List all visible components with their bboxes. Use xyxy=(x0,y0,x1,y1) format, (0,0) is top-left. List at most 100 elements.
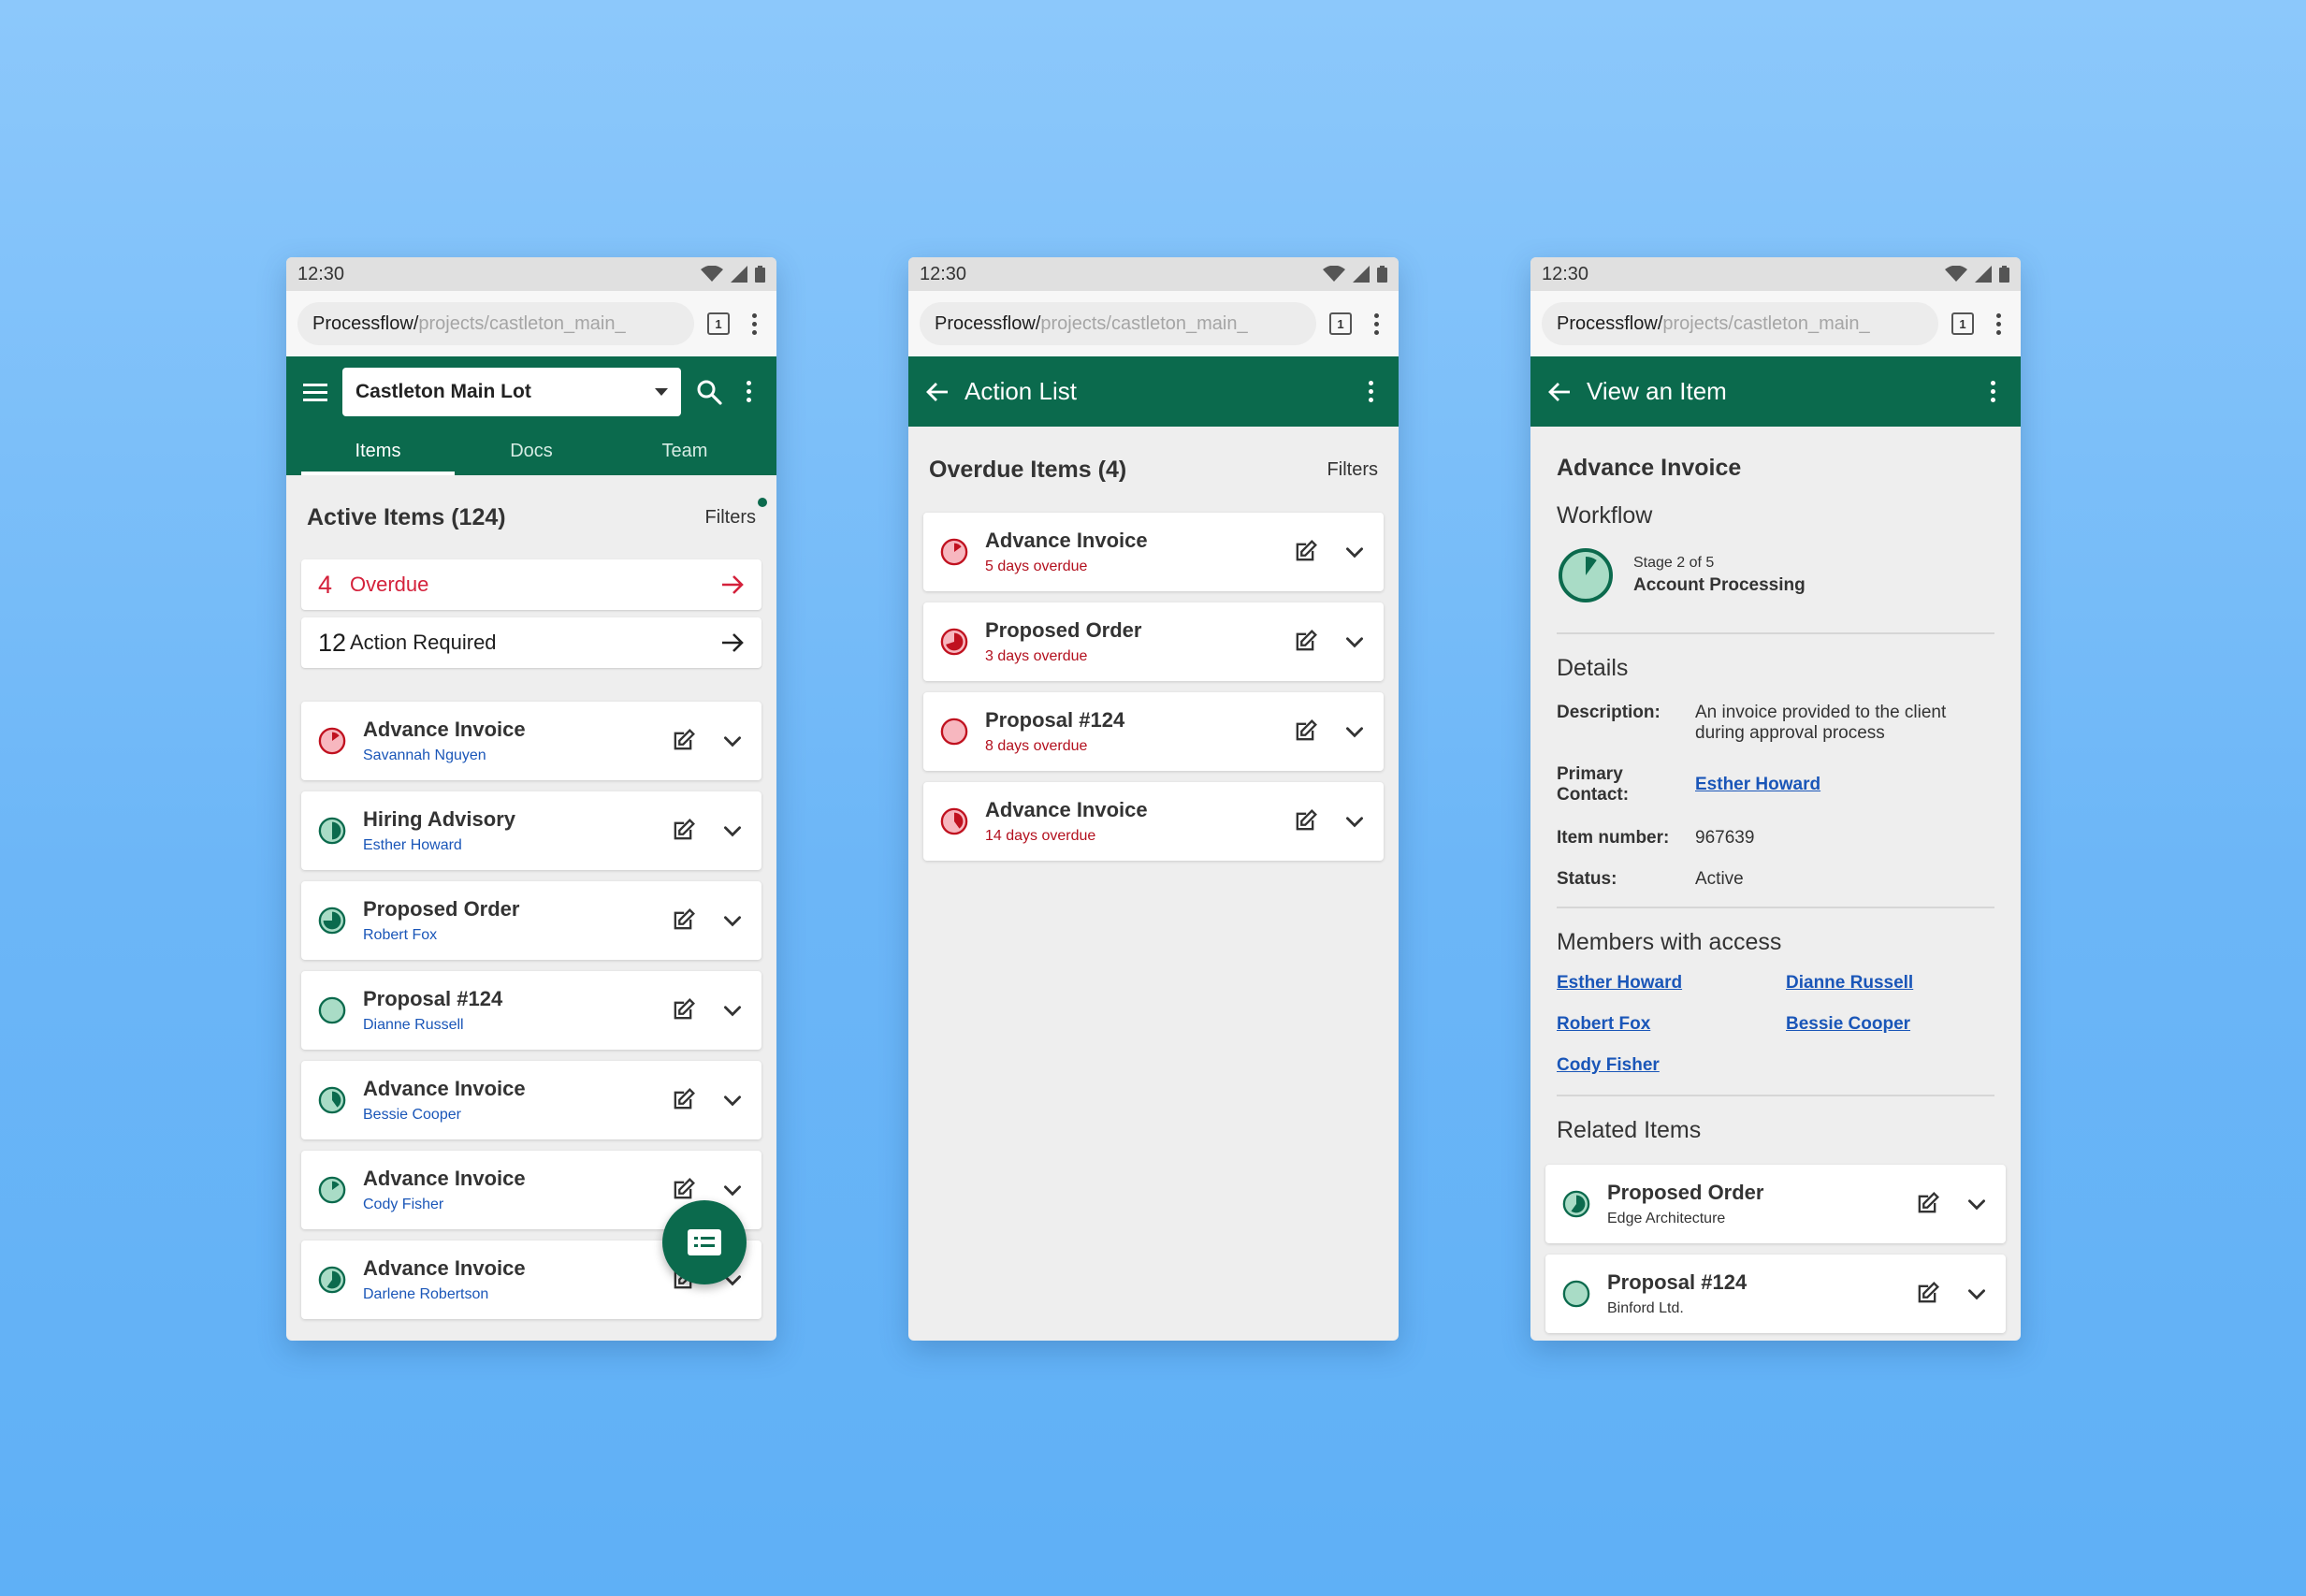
tab-items[interactable]: Items xyxy=(301,441,455,475)
edit-icon[interactable] xyxy=(1914,1281,1940,1307)
item-subtitle[interactable]: Esther Howard xyxy=(363,837,670,854)
status-icons xyxy=(1323,266,1387,283)
member-link[interactable]: Esther Howard xyxy=(1557,973,1786,994)
list-item[interactable]: Proposed Order Robert Fox xyxy=(301,881,761,960)
chevron-down-icon[interactable] xyxy=(1342,719,1367,744)
item-subtitle[interactable]: Cody Fisher xyxy=(363,1197,670,1213)
chevron-down-icon[interactable] xyxy=(720,819,745,843)
browser-menu-icon[interactable] xyxy=(743,312,765,335)
member-link[interactable]: Dianne Russell xyxy=(1786,973,1994,994)
list-item[interactable]: Proposed Order Edge Architecture xyxy=(1545,1165,2006,1243)
item-subtitle[interactable]: Savannah Nguyen xyxy=(363,747,670,764)
progress-pie-icon xyxy=(318,817,346,845)
description-row: Description: An invoice provided to the … xyxy=(1557,703,1994,744)
app-menu-icon[interactable] xyxy=(1981,381,2004,402)
item-subtitle[interactable]: Bessie Cooper xyxy=(363,1107,670,1124)
chevron-down-icon[interactable] xyxy=(720,908,745,933)
back-arrow-icon[interactable] xyxy=(925,381,950,403)
list-item[interactable]: Advance Invoice 5 days overdue xyxy=(923,513,1384,591)
tab-team[interactable]: Team xyxy=(608,441,761,475)
edit-icon[interactable] xyxy=(670,907,696,934)
chevron-down-icon[interactable] xyxy=(1965,1282,1989,1306)
item-detail: Advance Invoice Workflow Stage 2 of 5 Ac… xyxy=(1530,455,2021,1144)
action-required-summary[interactable]: 12 Action Required xyxy=(301,617,761,668)
progress-pie-icon xyxy=(1562,1280,1590,1308)
back-arrow-icon[interactable] xyxy=(1547,381,1572,403)
list-item[interactable]: Advance Invoice 14 days overdue xyxy=(923,782,1384,861)
edit-icon[interactable] xyxy=(1292,808,1318,834)
item-text: Advance Invoice Savannah Nguyen xyxy=(363,718,670,764)
item-subtitle[interactable]: Robert Fox xyxy=(363,927,670,944)
fab-button[interactable] xyxy=(662,1200,747,1284)
edit-icon[interactable] xyxy=(670,1177,696,1203)
tab-count-button[interactable]: 1 xyxy=(1329,312,1352,335)
url-field[interactable]: Processflow/projects/castleton_main_ xyxy=(920,302,1316,345)
progress-pie-icon xyxy=(940,807,968,835)
list-item[interactable]: Advance Invoice Bessie Cooper xyxy=(301,1061,761,1139)
contact-row: Primary Contact: Esther Howard xyxy=(1557,764,1994,805)
filters-button[interactable]: Filters xyxy=(705,497,767,529)
edit-icon[interactable] xyxy=(1292,718,1318,745)
chevron-down-icon[interactable] xyxy=(720,1178,745,1202)
project-selector[interactable]: Castleton Main Lot xyxy=(342,367,681,416)
filters-button[interactable]: Filters xyxy=(1327,459,1378,481)
overdue-count: 4 xyxy=(318,570,333,599)
app-menu-icon[interactable] xyxy=(737,381,760,402)
status-bar: 12:30 xyxy=(286,257,776,291)
chevron-down-icon[interactable] xyxy=(720,1088,745,1112)
edit-icon[interactable] xyxy=(1914,1191,1940,1217)
browser-menu-icon[interactable] xyxy=(1365,312,1387,335)
url-host: Processflow/ xyxy=(312,312,419,334)
item-actions xyxy=(1914,1281,1989,1307)
list-card-icon xyxy=(688,1229,721,1255)
chevron-down-icon[interactable] xyxy=(720,998,745,1023)
item-number-value: 967639 xyxy=(1695,828,1755,848)
tab-count-button[interactable]: 1 xyxy=(1951,312,1974,335)
url-field[interactable]: Processflow/projects/castleton_main_ xyxy=(297,302,694,345)
browser-menu-icon[interactable] xyxy=(1987,312,2009,335)
item-title: Advance Invoice xyxy=(363,1256,526,1280)
contact-link[interactable]: Esther Howard xyxy=(1695,775,1994,795)
list-item[interactable]: Proposal #124 Dianne Russell xyxy=(301,971,761,1050)
item-text: Proposed Order 3 days overdue xyxy=(985,618,1292,665)
list-item[interactable]: Hiring Advisory Esther Howard xyxy=(301,791,761,870)
member-link[interactable]: Bessie Cooper xyxy=(1786,1014,1994,1035)
edit-icon[interactable] xyxy=(670,818,696,844)
progress-pie-icon xyxy=(318,1176,346,1204)
chevron-down-icon[interactable] xyxy=(720,729,745,753)
search-icon[interactable] xyxy=(696,379,722,405)
status-row: Status: Active xyxy=(1557,869,1994,890)
item-subtitle: 14 days overdue xyxy=(985,828,1096,844)
chevron-down-icon[interactable] xyxy=(1342,809,1367,834)
list-item[interactable]: Proposed Order 3 days overdue xyxy=(923,602,1384,681)
edit-icon[interactable] xyxy=(670,1087,696,1113)
hamburger-menu-icon[interactable] xyxy=(303,382,327,402)
progress-pie-icon xyxy=(318,907,346,935)
edit-icon[interactable] xyxy=(1292,539,1318,565)
url-path: projects/castleton_main_ xyxy=(1040,312,1248,334)
url-path: projects/castleton_main_ xyxy=(418,312,626,334)
overdue-summary[interactable]: 4 Overdue xyxy=(301,559,761,610)
app-menu-icon[interactable] xyxy=(1359,381,1382,402)
tab-docs[interactable]: Docs xyxy=(455,441,608,475)
edit-icon[interactable] xyxy=(670,728,696,754)
item-actions xyxy=(670,728,745,754)
edit-icon[interactable] xyxy=(1292,629,1318,655)
tab-count-button[interactable]: 1 xyxy=(707,312,730,335)
overdue-list: Advance Invoice 5 days overdue Proposed Or… xyxy=(908,513,1399,861)
related-heading: Related Items xyxy=(1557,1117,1702,1143)
item-subtitle[interactable]: Darlene Robertson xyxy=(363,1286,670,1303)
list-item[interactable]: Proposal #124 8 days overdue xyxy=(923,692,1384,771)
wifi-icon xyxy=(701,266,723,282)
chevron-down-icon[interactable] xyxy=(1965,1192,1989,1216)
member-link[interactable]: Cody Fisher xyxy=(1557,1055,1786,1076)
chevron-down-icon[interactable] xyxy=(1342,540,1367,564)
member-link[interactable]: Robert Fox xyxy=(1557,1014,1786,1035)
item-actions xyxy=(670,818,745,844)
list-item[interactable]: Proposal #124 Binford Ltd. xyxy=(1545,1255,2006,1333)
url-field[interactable]: Processflow/projects/castleton_main_ xyxy=(1542,302,1938,345)
list-item[interactable]: Advance Invoice Savannah Nguyen xyxy=(301,702,761,780)
edit-icon[interactable] xyxy=(670,997,696,1023)
item-subtitle[interactable]: Dianne Russell xyxy=(363,1017,670,1034)
chevron-down-icon[interactable] xyxy=(1342,630,1367,654)
